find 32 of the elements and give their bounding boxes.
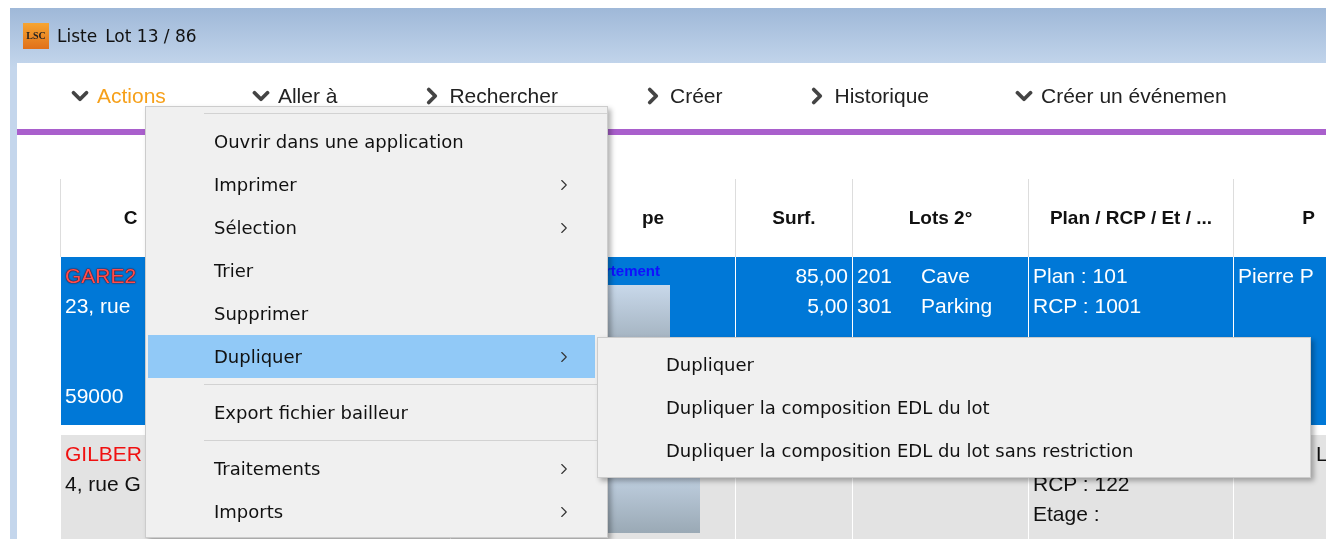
- toolbar-menu-button[interactable]: Créer un événemen: [1011, 83, 1227, 109]
- menu-item[interactable]: Dupliquer la composition EDL du lot sans restriction: [598, 429, 1310, 472]
- toolbar-menu-button[interactable]: Historique: [804, 83, 930, 109]
- plan-text: RCP : 1001: [1033, 293, 1142, 319]
- address-text: 23, rue: [65, 293, 131, 319]
- menu-item[interactable]: Supprimer: [148, 292, 595, 335]
- menu-item[interactable]: Traitements: [148, 447, 595, 490]
- menu-item[interactable]: Export fichier bailleur: [148, 391, 595, 434]
- window-subtitle: Lot 13 / 86: [105, 25, 197, 46]
- plan-text: Etage :: [1033, 501, 1100, 527]
- toolbar-menu-button[interactable]: Créer: [639, 83, 723, 109]
- postal-code: 59000: [65, 383, 124, 409]
- menu-item[interactable]: Ouvrir dans une application: [148, 120, 595, 163]
- lot-code: GARE2: [65, 263, 137, 289]
- menu-item[interactable]: Dupliquer: [598, 343, 1310, 386]
- plan-text: Plan : 101: [1033, 263, 1128, 289]
- menu-item[interactable]: Imports: [148, 490, 595, 533]
- toolbar-menu-button[interactable]: Rechercher: [419, 83, 558, 109]
- lot-label: Cave: [921, 263, 971, 289]
- lot-number: 301: [857, 293, 894, 319]
- menu-item[interactable]: Dupliquer la composition EDL du lot: [598, 386, 1310, 429]
- surface-value: 85,00: [795, 263, 848, 289]
- owner-text: Pierre P: [1238, 263, 1314, 289]
- lot-number: 201: [857, 263, 894, 289]
- surface-value: 5,00: [807, 293, 848, 319]
- window-title: Liste: [57, 25, 98, 46]
- menu-item[interactable]: Dupliquer: [148, 335, 595, 378]
- lot-code: GILBER: [65, 441, 143, 467]
- app-logo-icon: LSC: [23, 22, 49, 49]
- address-text: 4, rue G: [65, 471, 141, 497]
- toolbar-menu-button[interactable]: Aller à: [247, 83, 338, 109]
- lot-label: Parking: [921, 293, 993, 319]
